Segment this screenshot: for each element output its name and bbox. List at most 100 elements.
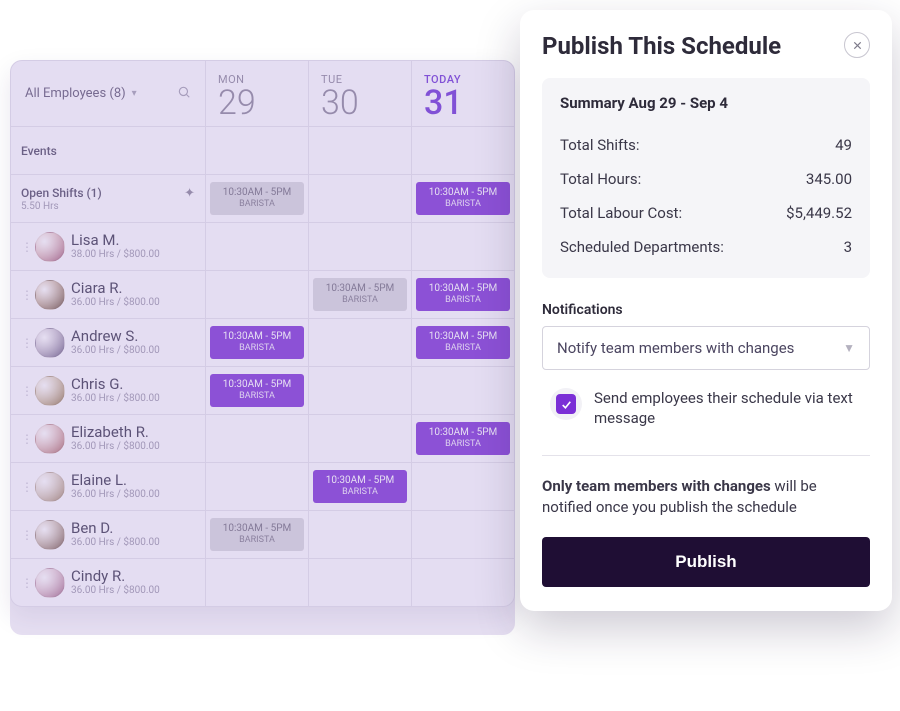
- employee-row: ⋮ Elizabeth R. 36.00 Hrs / $800.00 10:30…: [11, 414, 514, 462]
- calendar-day[interactable]: MON29: [206, 61, 309, 126]
- search-icon[interactable]: [177, 85, 191, 103]
- drag-handle-icon[interactable]: ⋮: [21, 336, 29, 350]
- shift-cell[interactable]: [309, 415, 412, 462]
- employee-cell[interactable]: ⋮ Andrew S. 36.00 Hrs / $800.00: [11, 319, 206, 366]
- open-shifts-hours: 5.50 Hrs: [21, 201, 59, 212]
- employee-meta: 36.00 Hrs / $800.00: [71, 585, 160, 597]
- summary-title: Summary Aug 29 - Sep 4: [560, 94, 852, 112]
- shift-cell[interactable]: [412, 223, 514, 270]
- events-row: Events: [11, 126, 514, 174]
- drag-handle-icon[interactable]: ⋮: [21, 528, 29, 542]
- open-shift[interactable]: 10:30AM - 5PMBARISTA: [210, 182, 304, 215]
- drag-handle-icon[interactable]: ⋮: [21, 384, 29, 398]
- shift-cell[interactable]: [206, 463, 309, 510]
- shift-cell[interactable]: [206, 271, 309, 318]
- employee-cell[interactable]: ⋮ Chris G. 36.00 Hrs / $800.00: [11, 367, 206, 414]
- open-shifts-row: Open Shifts (1) ✦ 5.50 Hrs 10:30AM - 5PM…: [11, 174, 514, 222]
- stat-label: Total Shifts:: [560, 136, 640, 154]
- stat-label: Total Hours:: [560, 170, 641, 188]
- publish-button[interactable]: Publish: [542, 537, 870, 587]
- employee-cell[interactable]: ⋮ Cindy R. 36.00 Hrs / $800.00: [11, 559, 206, 606]
- calendar-day[interactable]: TODAY31: [412, 61, 514, 126]
- divider: [542, 455, 870, 456]
- employee-row: ⋮ Ben D. 36.00 Hrs / $800.00 10:30AM - 5…: [11, 510, 514, 558]
- shift-cell[interactable]: [309, 319, 412, 366]
- employee-row: ⋮ Elaine L. 36.00 Hrs / $800.00 10:30AM …: [11, 462, 514, 510]
- employee-meta: 36.00 Hrs / $800.00: [71, 537, 160, 549]
- close-button[interactable]: [844, 32, 870, 58]
- notification-select[interactable]: Notify team members with changes ▼: [542, 326, 870, 370]
- avatar: [35, 424, 65, 454]
- employee-name: Ciara R.: [71, 280, 160, 297]
- shift-cell[interactable]: 10:30AM - 5PMBARISTA: [412, 415, 514, 462]
- chevron-down-icon: ▼: [843, 341, 855, 355]
- shift-block[interactable]: 10:30AM - 5PMBARISTA: [210, 518, 304, 551]
- shift-cell[interactable]: 10:30AM - 5PMBARISTA: [309, 271, 412, 318]
- employee-row: ⋮ Ciara R. 36.00 Hrs / $800.00 10:30AM -…: [11, 270, 514, 318]
- shift-cell[interactable]: [309, 223, 412, 270]
- shift-block[interactable]: 10:30AM - 5PMBARISTA: [313, 470, 407, 503]
- employee-cell[interactable]: ⋮ Elizabeth R. 36.00 Hrs / $800.00: [11, 415, 206, 462]
- shift-cell[interactable]: [206, 415, 309, 462]
- shift-block[interactable]: 10:30AM - 5PMBARISTA: [313, 278, 407, 311]
- drag-handle-icon[interactable]: ⋮: [21, 288, 29, 302]
- shift-cell[interactable]: [206, 559, 309, 606]
- shift-block[interactable]: 10:30AM - 5PMBARISTA: [210, 374, 304, 407]
- shift-cell[interactable]: 10:30AM - 5PMBARISTA: [206, 319, 309, 366]
- employee-name: Chris G.: [71, 376, 160, 393]
- notifications-label: Notifications: [542, 302, 870, 318]
- events-label: Events: [21, 144, 57, 158]
- open-shifts-label: Open Shifts (1): [21, 186, 102, 200]
- employee-cell[interactable]: ⋮ Ciara R. 36.00 Hrs / $800.00: [11, 271, 206, 318]
- drag-handle-icon[interactable]: ⋮: [21, 576, 29, 590]
- stat-label: Total Labour Cost:: [560, 204, 682, 222]
- drag-handle-icon[interactable]: ⋮: [21, 432, 29, 446]
- avatar: [35, 472, 65, 502]
- shift-block[interactable]: 10:30AM - 5PMBARISTA: [416, 326, 510, 359]
- employee-name: Cindy R.: [71, 568, 160, 585]
- summary-card: Summary Aug 29 - Sep 4 Total Shifts: 49 To…: [542, 78, 870, 278]
- employee-name: Lisa M.: [71, 232, 160, 249]
- stat-value: 49: [835, 136, 852, 154]
- open-shift[interactable]: 10:30AM - 5PMBARISTA: [416, 182, 510, 215]
- shift-cell[interactable]: 10:30AM - 5PMBARISTA: [412, 319, 514, 366]
- shift-cell[interactable]: [412, 559, 514, 606]
- shift-block[interactable]: 10:30AM - 5PMBARISTA: [416, 422, 510, 455]
- avatar: [35, 232, 65, 262]
- shift-cell[interactable]: [412, 367, 514, 414]
- shift-cell[interactable]: [412, 463, 514, 510]
- day-number: 29: [218, 86, 256, 120]
- shift-cell[interactable]: 10:30AM - 5PMBARISTA: [206, 511, 309, 558]
- employee-cell[interactable]: ⋮ Elaine L. 36.00 Hrs / $800.00: [11, 463, 206, 510]
- summary-stat-row: Total Hours:345.00: [560, 162, 852, 196]
- shift-cell[interactable]: [412, 511, 514, 558]
- sms-option-row: Send employees their schedule via text m…: [542, 370, 870, 437]
- shift-cell[interactable]: 10:30AM - 5PMBARISTA: [309, 463, 412, 510]
- modal-title: Publish This Schedule: [542, 32, 781, 60]
- drag-handle-icon[interactable]: ⋮: [21, 240, 29, 254]
- employee-filter[interactable]: All Employees (8) ▾: [11, 61, 206, 126]
- calendar-header: All Employees (8) ▾ MON29TUE30TODAY31: [11, 61, 514, 126]
- sms-checkbox[interactable]: [556, 394, 576, 414]
- shift-cell[interactable]: [309, 367, 412, 414]
- employee-meta: 36.00 Hrs / $800.00: [71, 393, 160, 405]
- drag-handle-icon[interactable]: ⋮: [21, 480, 29, 494]
- calendar-day[interactable]: TUE30: [309, 61, 412, 126]
- employee-cell[interactable]: ⋮ Ben D. 36.00 Hrs / $800.00: [11, 511, 206, 558]
- avatar: [35, 328, 65, 358]
- employee-name: Elizabeth R.: [71, 424, 160, 441]
- shift-cell[interactable]: [309, 559, 412, 606]
- shift-cell[interactable]: 10:30AM - 5PMBARISTA: [206, 367, 309, 414]
- employee-cell[interactable]: ⋮ Lisa M. 38.00 Hrs / $800.00: [11, 223, 206, 270]
- employee-meta: 36.00 Hrs / $800.00: [71, 441, 160, 453]
- shift-block[interactable]: 10:30AM - 5PMBARISTA: [416, 278, 510, 311]
- shift-cell[interactable]: [206, 223, 309, 270]
- shift-block[interactable]: 10:30AM - 5PMBARISTA: [210, 326, 304, 359]
- employee-row: ⋮ Cindy R. 36.00 Hrs / $800.00: [11, 558, 514, 606]
- shift-cell[interactable]: 10:30AM - 5PMBARISTA: [412, 271, 514, 318]
- stat-value: 3: [844, 238, 852, 256]
- employee-row: ⋮ Lisa M. 38.00 Hrs / $800.00: [11, 222, 514, 270]
- employee-row: ⋮ Chris G. 36.00 Hrs / $800.00 10:30AM -…: [11, 366, 514, 414]
- magic-wand-icon[interactable]: ✦: [184, 186, 195, 201]
- shift-cell[interactable]: [309, 511, 412, 558]
